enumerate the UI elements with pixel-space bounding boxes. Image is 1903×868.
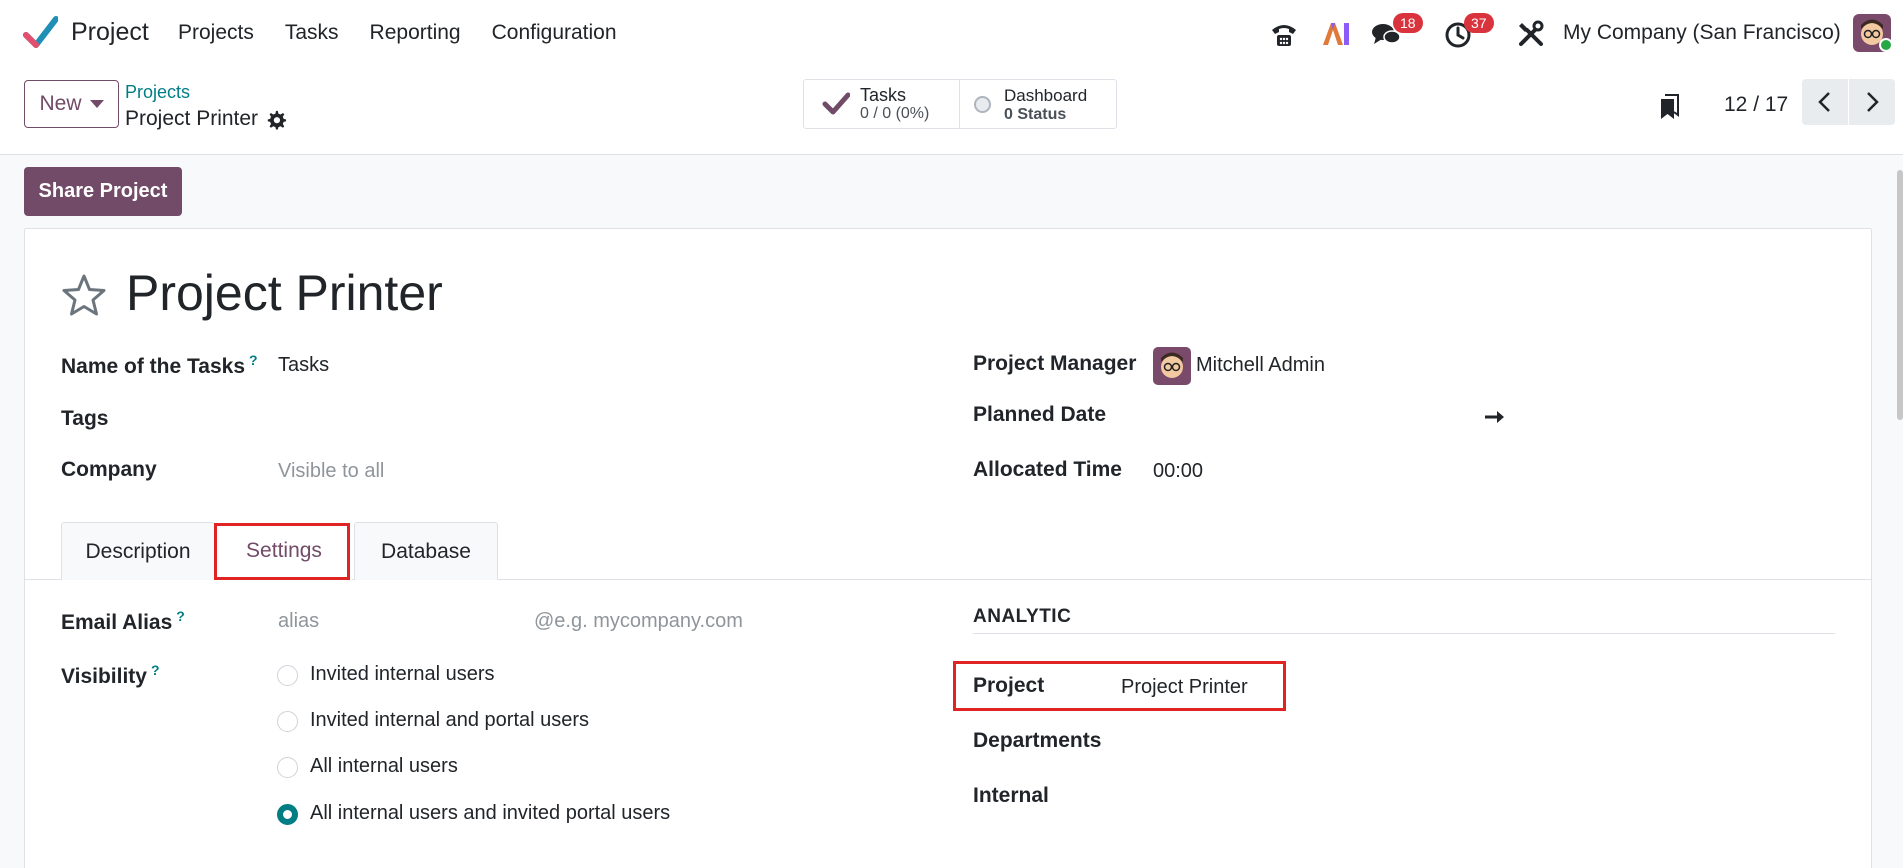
- tags-field[interactable]: [278, 405, 878, 433]
- email-alias-label: Email Alias?: [61, 608, 185, 634]
- menu-projects[interactable]: Projects: [178, 21, 254, 45]
- departments-field[interactable]: [1121, 727, 1821, 755]
- project-app-logo[interactable]: [22, 15, 58, 51]
- ai-icon[interactable]: [1320, 18, 1352, 50]
- company-field[interactable]: Visible to all: [278, 460, 384, 483]
- project-manager-avatar: [1153, 347, 1191, 385]
- visibility-label: Visibility?: [61, 662, 160, 688]
- visibility-radio-invited-internal-portal[interactable]: [277, 711, 298, 732]
- new-button[interactable]: New: [24, 80, 119, 128]
- main-menu: Projects Tasks Reporting Configuration: [178, 21, 617, 45]
- company-switcher[interactable]: My Company (San Francisco): [1563, 21, 1841, 45]
- visibility-radio-all-internal[interactable]: [277, 757, 298, 778]
- tags-label: Tags: [61, 407, 109, 430]
- departments-label: Departments: [973, 729, 1102, 752]
- internal-label: Internal: [973, 784, 1049, 807]
- section-divider: [973, 633, 1835, 634]
- tasks-stat-button[interactable]: Tasks 0 / 0 (0%): [804, 80, 959, 128]
- project-manager-label: Project Manager: [973, 352, 1137, 375]
- tools-icon[interactable]: [1515, 18, 1547, 50]
- menu-configuration[interactable]: Configuration: [492, 21, 617, 45]
- visibility-radio-all-internal-portal[interactable]: [277, 804, 298, 825]
- settings-tab-highlight: [214, 523, 350, 580]
- check-icon: [822, 92, 850, 115]
- help-icon[interactable]: ?: [249, 352, 258, 368]
- company-label: Company: [61, 458, 157, 481]
- planned-date-end-field[interactable]: [1515, 403, 1835, 431]
- gear-icon[interactable]: [265, 109, 287, 131]
- chevron-right-icon: [1867, 92, 1879, 112]
- smart-buttons: Tasks 0 / 0 (0%) Dashboard 0 Status: [803, 79, 1117, 129]
- visibility-option-label[interactable]: All internal users and invited portal us…: [310, 802, 670, 825]
- pager-value[interactable]: 12 / 17: [1724, 93, 1788, 117]
- project-field-highlight: [953, 661, 1286, 711]
- activities-badge: 37: [1464, 13, 1494, 33]
- help-icon[interactable]: ?: [176, 608, 185, 624]
- allocated-time-label: Allocated Time: [973, 458, 1122, 481]
- name-of-tasks-label: Name of the Tasks?: [61, 352, 258, 378]
- app-name[interactable]: Project: [71, 18, 149, 47]
- dashboard-stat-value: 0 Status: [1004, 106, 1067, 123]
- tab-database[interactable]: Database: [354, 522, 498, 580]
- tab-description[interactable]: Description: [61, 522, 215, 580]
- chevron-left-icon: [1818, 92, 1830, 112]
- bookmark-icon[interactable]: [1658, 93, 1682, 121]
- messages-badge: 18: [1393, 13, 1423, 33]
- internal-field[interactable]: [1121, 782, 1821, 810]
- status-circle-icon: [974, 96, 991, 113]
- dashboard-stat-button[interactable]: Dashboard 0 Status: [959, 80, 1116, 128]
- share-project-button[interactable]: Share Project: [24, 167, 182, 216]
- star-icon[interactable]: [60, 272, 108, 320]
- allocated-time-field[interactable]: 00:00: [1153, 460, 1203, 483]
- email-domain-input[interactable]: @e.g. mycompany.com: [534, 610, 743, 633]
- visibility-radio-invited-internal[interactable]: [277, 665, 298, 686]
- arrow-right-icon: [1485, 411, 1504, 423]
- visibility-option-label[interactable]: All internal users: [310, 755, 458, 778]
- online-status-dot: [1879, 38, 1893, 52]
- breadcrumb-projects[interactable]: Projects: [125, 82, 190, 103]
- pager-next-button[interactable]: [1849, 79, 1895, 125]
- help-icon[interactable]: ?: [151, 662, 160, 678]
- page-title[interactable]: Project Printer: [126, 264, 443, 322]
- tasks-stat-label: Tasks: [860, 85, 907, 105]
- scrollbar[interactable]: [1897, 170, 1903, 420]
- breadcrumb-current: Project Printer: [125, 107, 259, 130]
- tasks-stat-value: 0 / 0 (0%): [860, 105, 930, 122]
- planned-date-start-field[interactable]: [1153, 403, 1473, 431]
- phone-icon[interactable]: [1268, 18, 1300, 50]
- new-button-label: New: [39, 92, 82, 115]
- analytic-section-heading: ANALYTIC: [973, 606, 1072, 627]
- visibility-option-label[interactable]: Invited internal users: [310, 663, 495, 686]
- name-of-tasks-field[interactable]: Tasks: [278, 354, 329, 377]
- control-panel: New Projects Project Printer Tasks 0 / 0…: [0, 67, 1903, 155]
- project-manager-field[interactable]: Mitchell Admin: [1196, 354, 1325, 377]
- planned-date-label: Planned Date: [973, 403, 1107, 426]
- email-alias-input[interactable]: alias: [278, 610, 319, 633]
- caret-down-icon: [89, 100, 104, 108]
- visibility-option-label[interactable]: Invited internal and portal users: [310, 709, 589, 732]
- menu-tasks[interactable]: Tasks: [285, 21, 339, 45]
- menu-reporting[interactable]: Reporting: [370, 21, 461, 45]
- pager-previous-button[interactable]: [1802, 79, 1848, 125]
- top-navbar: Project Projects Tasks Reporting Configu…: [0, 0, 1903, 67]
- dashboard-stat-label: Dashboard: [1004, 86, 1088, 105]
